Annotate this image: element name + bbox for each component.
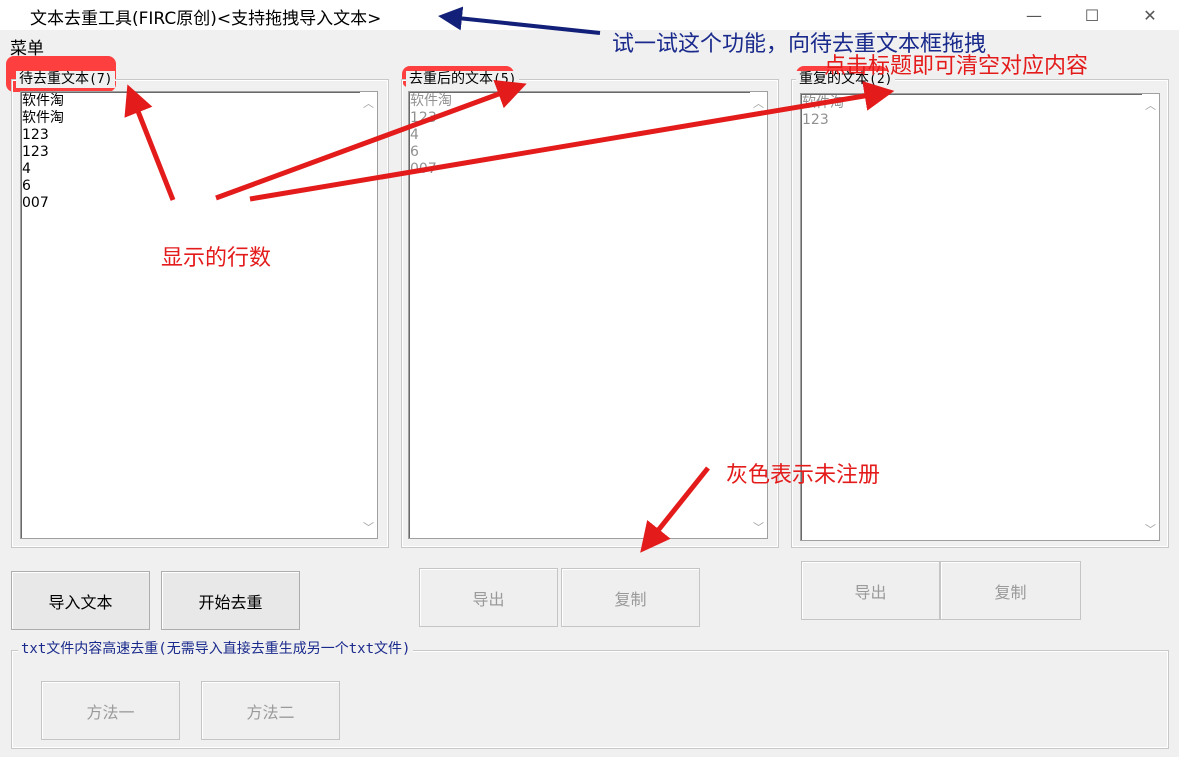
arrow-count-dupes xyxy=(249,81,895,202)
arrow-count-input xyxy=(124,84,176,201)
arrow-unregistered xyxy=(640,466,710,553)
annotation-arrows xyxy=(124,6,895,553)
arrow-drag xyxy=(438,6,601,35)
